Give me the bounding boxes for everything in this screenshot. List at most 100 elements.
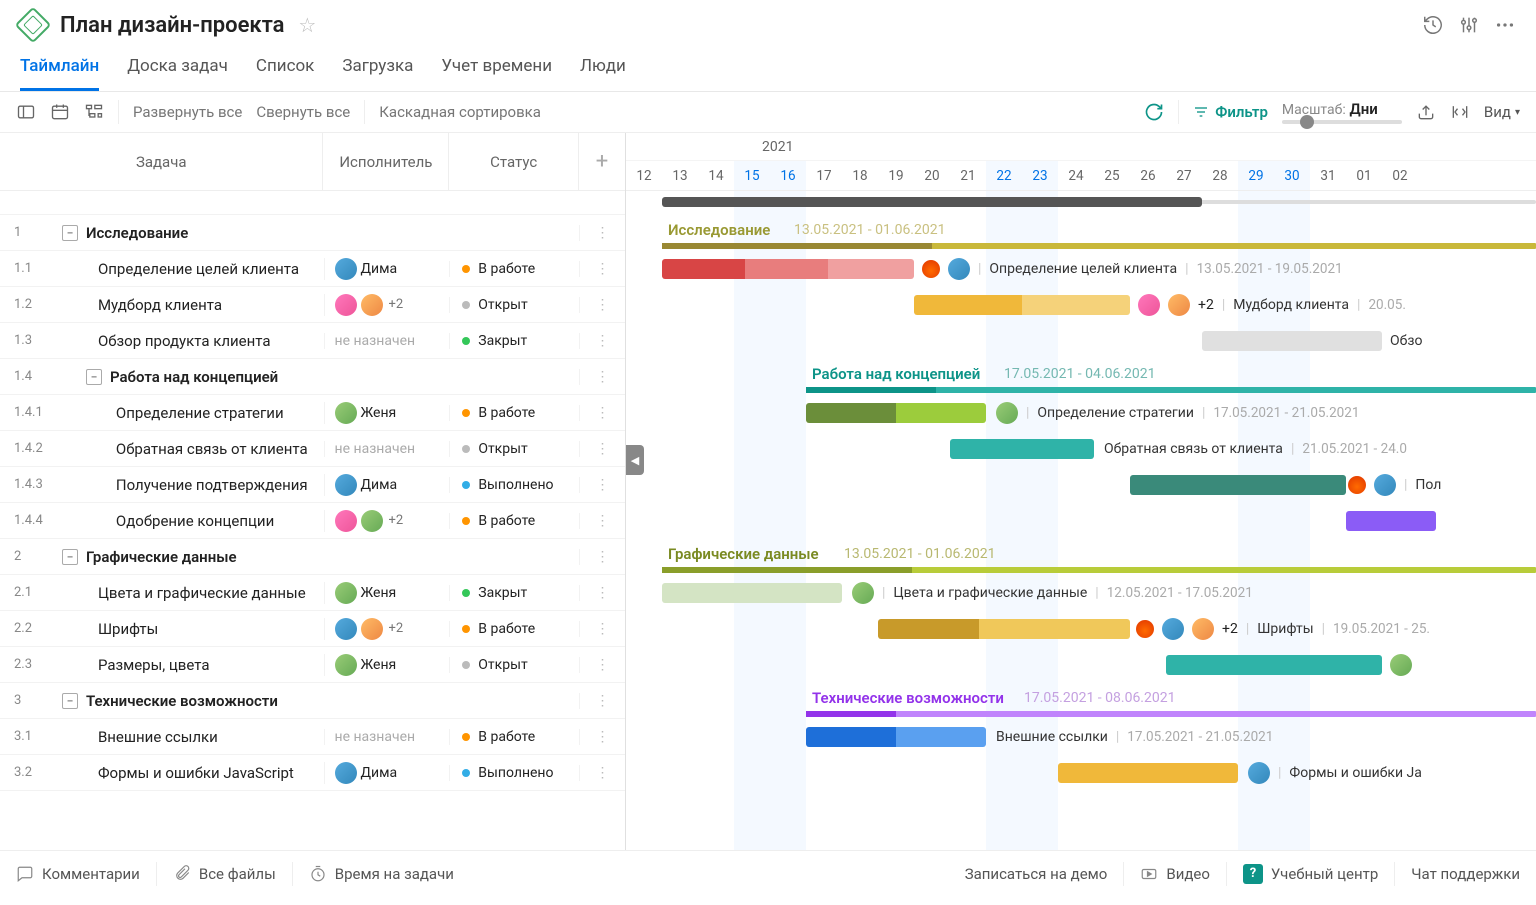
task-row[interactable]: 1.4.2Обратная связь от клиентане назначе… — [0, 431, 625, 467]
collapse-toggle[interactable]: − — [62, 549, 78, 565]
assignee-cell[interactable]: +2 — [324, 510, 450, 532]
row-menu-icon[interactable]: ⋮ — [579, 333, 625, 349]
add-column-button[interactable]: + — [579, 133, 625, 190]
task-bar[interactable] — [1058, 763, 1238, 783]
favorite-star-icon[interactable]: ☆ — [298, 13, 316, 37]
row-menu-icon[interactable]: ⋮ — [579, 405, 625, 421]
status-cell[interactable]: Закрыт — [449, 585, 579, 601]
tab-timeline[interactable]: Таймлайн — [20, 46, 99, 91]
assignee-cell[interactable]: Женя — [324, 402, 450, 424]
task-bar[interactable] — [914, 295, 1130, 315]
collapse-toggle[interactable]: − — [62, 225, 78, 241]
status-cell[interactable]: В работе — [449, 513, 579, 529]
assignee-cell[interactable]: Дима — [324, 762, 450, 784]
summary-minimap[interactable] — [662, 197, 1536, 207]
task-bar[interactable] — [950, 439, 1094, 459]
collapse-grid-handle[interactable]: ◀ — [626, 445, 644, 475]
status-cell[interactable]: В работе — [449, 621, 579, 637]
task-bar[interactable] — [1166, 655, 1382, 675]
assignee-cell[interactable]: Дима — [324, 258, 450, 280]
task-row[interactable]: 3.1Внешние ссылкине назначенВ работе⋮ — [0, 719, 625, 755]
task-bar[interactable] — [662, 259, 914, 279]
tab-time[interactable]: Учет времени — [441, 46, 552, 91]
status-cell[interactable]: В работе — [449, 405, 579, 421]
status-cell[interactable]: В работе — [449, 729, 579, 745]
collapse-toggle[interactable]: − — [86, 369, 102, 385]
row-menu-icon[interactable]: ⋮ — [579, 369, 625, 385]
hierarchy-icon[interactable] — [84, 102, 104, 122]
task-bar[interactable] — [806, 403, 986, 423]
summary-bar[interactable] — [662, 567, 1536, 573]
task-row[interactable]: 1.3Обзор продукта клиентане назначенЗакр… — [0, 323, 625, 359]
status-cell[interactable]: Выполнено — [449, 477, 579, 493]
assignee-cell[interactable]: +2 — [324, 618, 450, 640]
task-bar[interactable] — [1202, 331, 1382, 351]
row-menu-icon[interactable]: ⋮ — [579, 297, 625, 313]
assignee-cell[interactable]: Дима — [324, 474, 450, 496]
expand-all-button[interactable]: Развернуть все — [133, 103, 242, 121]
row-menu-icon[interactable]: ⋮ — [579, 441, 625, 457]
tab-list[interactable]: Список — [256, 46, 314, 91]
view-dropdown[interactable]: Вид▾ — [1484, 103, 1520, 121]
assignee-cell[interactable]: не назначен — [324, 333, 450, 349]
assignee-cell[interactable]: не назначен — [324, 729, 450, 745]
cascade-sort-button[interactable]: Каскадная сортировка — [379, 103, 541, 121]
row-menu-icon[interactable]: ⋮ — [579, 513, 625, 529]
time-button[interactable]: Время на задачи — [309, 865, 454, 883]
summary-bar[interactable] — [806, 387, 1536, 393]
comments-button[interactable]: Комментарии — [16, 865, 140, 883]
tab-people[interactable]: Люди — [580, 46, 626, 91]
refresh-icon[interactable] — [1144, 102, 1164, 122]
filter-button[interactable]: Фильтр — [1193, 103, 1268, 121]
settings-sliders-icon[interactable] — [1458, 14, 1480, 36]
task-row[interactable]: 1.1Определение целей клиентаДимаВ работе… — [0, 251, 625, 287]
row-menu-icon[interactable]: ⋮ — [579, 477, 625, 493]
summary-bar[interactable] — [662, 243, 1536, 249]
status-cell[interactable]: В работе — [449, 261, 579, 277]
task-row[interactable]: 1.2Мудборд клиента+2Открыт⋮ — [0, 287, 625, 323]
learning-button[interactable]: ?Учебный центр — [1243, 864, 1378, 884]
task-row[interactable]: 1.4.4Одобрение концепции+2В работе⋮ — [0, 503, 625, 539]
status-cell[interactable]: Открыт — [449, 297, 579, 313]
status-cell[interactable]: Открыт — [449, 441, 579, 457]
status-cell[interactable]: Закрыт — [449, 333, 579, 349]
more-menu-icon[interactable] — [1494, 14, 1516, 36]
status-cell[interactable]: Выполнено — [449, 765, 579, 781]
task-bar[interactable] — [806, 727, 986, 747]
summary-bar[interactable] — [806, 711, 1536, 717]
task-row[interactable]: 1.4.1Определение стратегииЖеняВ работе⋮ — [0, 395, 625, 431]
row-menu-icon[interactable]: ⋮ — [579, 585, 625, 601]
row-menu-icon[interactable]: ⋮ — [579, 225, 625, 241]
row-menu-icon[interactable]: ⋮ — [579, 693, 625, 709]
task-bar[interactable] — [662, 583, 842, 603]
video-button[interactable]: Видео — [1140, 865, 1210, 883]
status-cell[interactable]: Открыт — [449, 657, 579, 673]
assignee-cell[interactable]: Женя — [324, 654, 450, 676]
row-menu-icon[interactable]: ⋮ — [579, 261, 625, 277]
task-row[interactable]: 2−Графические данные⋮ — [0, 539, 625, 575]
task-row[interactable]: 3.2Формы и ошибки JavaScriptДимаВыполнен… — [0, 755, 625, 791]
panel-left-icon[interactable] — [16, 102, 36, 122]
task-row[interactable]: 1.4−Работа над концепцией⋮ — [0, 359, 625, 395]
row-menu-icon[interactable]: ⋮ — [579, 549, 625, 565]
task-row[interactable]: 2.2Шрифты+2В работе⋮ — [0, 611, 625, 647]
row-menu-icon[interactable]: ⋮ — [579, 621, 625, 637]
tab-board[interactable]: Доска задач — [127, 46, 228, 91]
collapse-all-button[interactable]: Свернуть все — [256, 103, 350, 121]
collapse-toggle[interactable]: − — [62, 693, 78, 709]
task-bar[interactable] — [1346, 511, 1436, 531]
assignee-cell[interactable]: не назначен — [324, 441, 450, 457]
task-row[interactable]: 2.3Размеры, цветаЖеняОткрыт⋮ — [0, 647, 625, 683]
assignee-cell[interactable]: +2 — [324, 294, 450, 316]
row-menu-icon[interactable]: ⋮ — [579, 657, 625, 673]
tab-workload[interactable]: Загрузка — [342, 46, 413, 91]
files-button[interactable]: Все файлы — [173, 865, 276, 883]
export-icon[interactable] — [1416, 102, 1436, 122]
scale-slider[interactable] — [1282, 120, 1402, 124]
demo-button[interactable]: Записаться на демо — [965, 865, 1108, 883]
task-bar[interactable] — [1130, 475, 1346, 495]
calendar-icon[interactable] — [50, 102, 70, 122]
support-chat-button[interactable]: Чат поддержки — [1411, 865, 1520, 883]
history-icon[interactable] — [1422, 14, 1444, 36]
task-row[interactable]: 2.1Цвета и графические данныеЖеняЗакрыт⋮ — [0, 575, 625, 611]
